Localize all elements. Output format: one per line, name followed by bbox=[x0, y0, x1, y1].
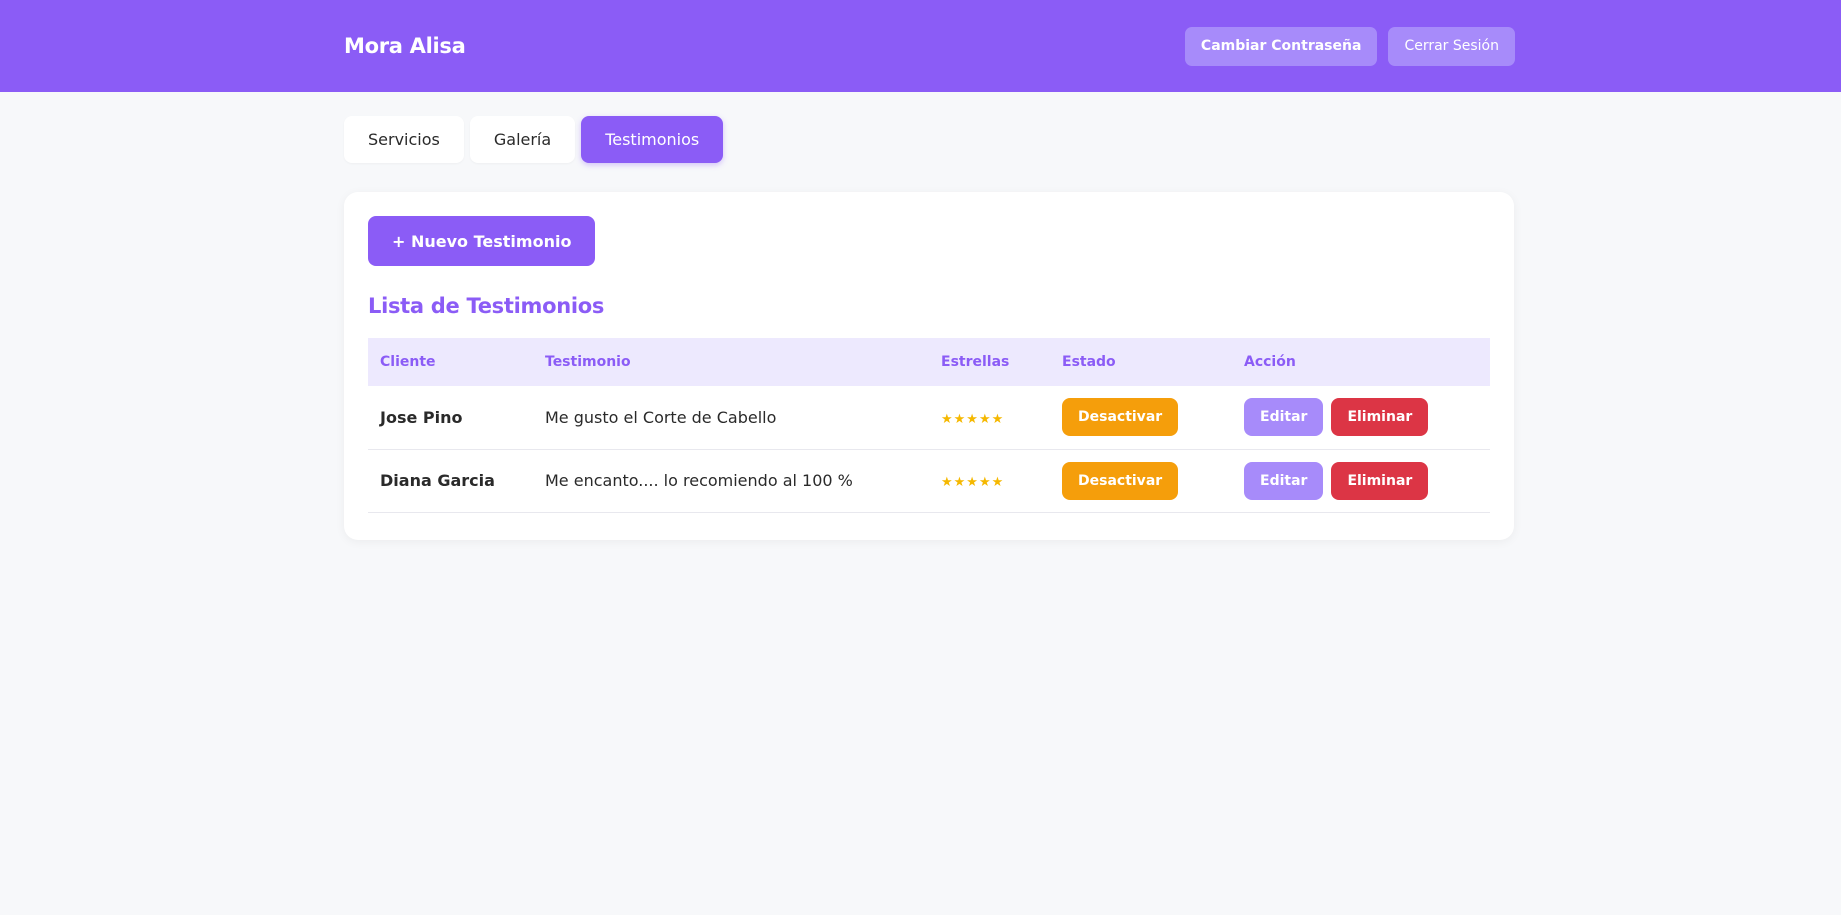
column-header-stars: Estrellas bbox=[941, 354, 1010, 370]
client-name: Jose Pino bbox=[380, 407, 463, 427]
stars-cell: ★★★★★ bbox=[929, 449, 1050, 512]
delete-button[interactable]: Eliminar bbox=[1331, 398, 1429, 437]
header-row: Cliente Testimonio Estrellas Estado Acci… bbox=[368, 338, 1490, 386]
tab-galeria[interactable]: Galería bbox=[469, 116, 576, 163]
new-testimonial-button[interactable]: + Nuevo Testimonio bbox=[368, 216, 596, 266]
state-cell: Desactivar bbox=[1050, 449, 1232, 512]
star-rating: ★★★★★ bbox=[941, 411, 1005, 427]
logout-button[interactable]: Cerrar Sesión bbox=[1388, 26, 1515, 66]
action-cell: Editar Eliminar bbox=[1232, 449, 1490, 512]
testimonials-panel: + Nuevo Testimonio Lista de Testimonios … bbox=[344, 192, 1514, 540]
table-header: Cliente Testimonio Estrellas Estado Acci… bbox=[368, 338, 1490, 386]
tab-testimonios[interactable]: Testimonios bbox=[581, 116, 724, 163]
deactivate-button[interactable]: Desactivar bbox=[1062, 461, 1179, 500]
action-cell: Editar Eliminar bbox=[1232, 386, 1490, 449]
testimonials-table: Cliente Testimonio Estrellas Estado Acci… bbox=[368, 338, 1490, 513]
section-tabs: Servicios Galería Testimonios bbox=[344, 116, 1841, 163]
tab-servicios[interactable]: Servicios bbox=[344, 116, 464, 163]
top-navbar: Mora Alisa Cambiar Contraseña Cerrar Ses… bbox=[0, 0, 1841, 92]
deactivate-button[interactable]: Desactivar bbox=[1062, 398, 1179, 437]
change-password-button[interactable]: Cambiar Contraseña bbox=[1184, 26, 1378, 66]
state-cell: Desactivar bbox=[1050, 386, 1232, 449]
column-header-action: Acción bbox=[1244, 354, 1296, 370]
brand-name: Mora Alisa bbox=[344, 34, 466, 58]
delete-button[interactable]: Eliminar bbox=[1331, 461, 1429, 500]
column-header-state: Estado bbox=[1062, 354, 1116, 370]
stars-cell: ★★★★★ bbox=[929, 386, 1050, 449]
edit-button[interactable]: Editar bbox=[1244, 398, 1324, 437]
client-name: Diana Garcia bbox=[380, 471, 495, 490]
table-row: Diana Garcia Me encanto.... lo recomiend… bbox=[368, 449, 1490, 512]
table-body: Jose Pino Me gusto el Corte de Cabello ★… bbox=[368, 386, 1490, 512]
edit-button[interactable]: Editar bbox=[1244, 461, 1324, 500]
table-row: Jose Pino Me gusto el Corte de Cabello ★… bbox=[368, 386, 1490, 449]
column-header-client: Cliente bbox=[380, 354, 436, 370]
header-actions: Cambiar Contraseña Cerrar Sesión bbox=[1184, 26, 1515, 66]
star-rating: ★★★★★ bbox=[941, 475, 1005, 490]
testimonial-text: Me encanto.... lo recomiendo al 100 % bbox=[545, 471, 853, 490]
column-header-testimonial: Testimonio bbox=[545, 354, 631, 370]
testimonial-text: Me gusto el Corte de Cabello bbox=[545, 407, 777, 427]
list-title: Lista de Testimonios bbox=[368, 294, 605, 318]
